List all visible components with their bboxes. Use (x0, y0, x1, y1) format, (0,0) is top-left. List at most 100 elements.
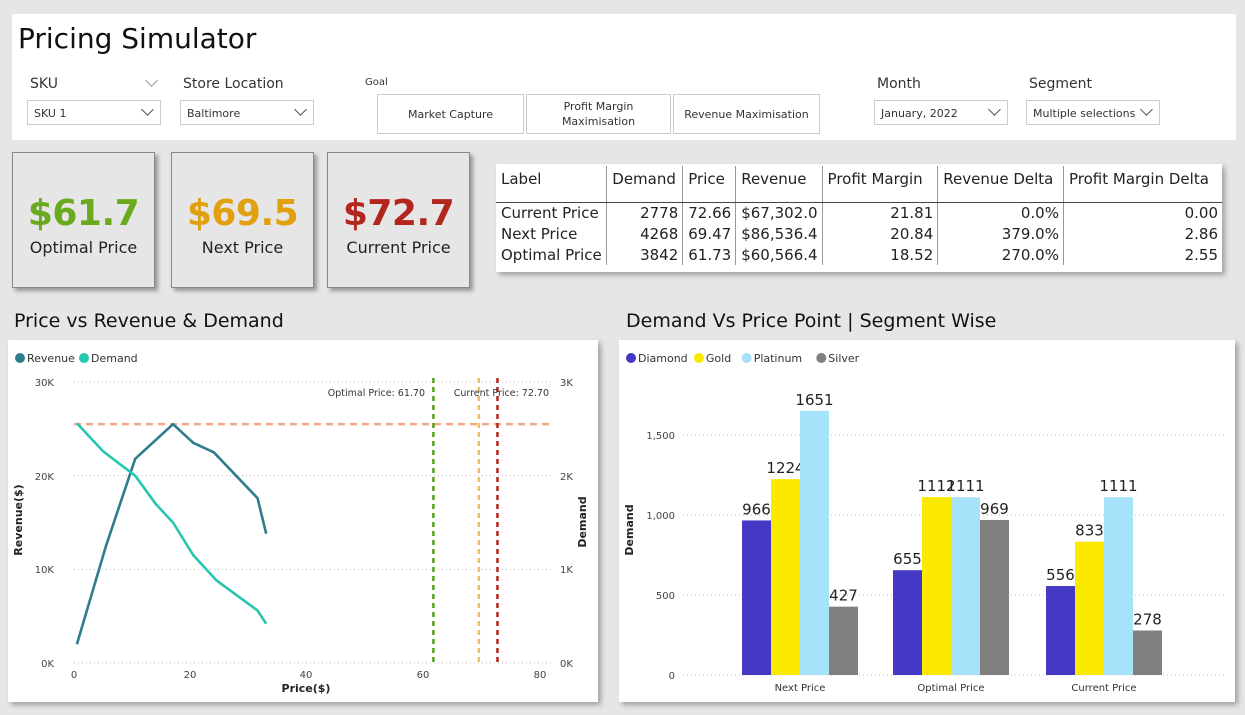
table-cell: 61.73 (682, 244, 737, 265)
table-cell: 69.47 (682, 223, 737, 244)
x-tick: 40 (300, 670, 313, 681)
legend-marker (693, 353, 704, 363)
table-header-row: Label Demand Price Revenue Profit Margin… (496, 166, 1222, 203)
column-header[interactable]: Demand (606, 166, 684, 203)
table-cell: $86,536.4 (735, 223, 823, 244)
x-tick: 80 (534, 670, 547, 681)
store-location-label: Store Location (183, 76, 284, 92)
chevron-down-icon (988, 103, 1001, 116)
bar-silver[interactable] (980, 519, 1009, 675)
bar-data-label: 1224 (766, 459, 804, 477)
column-header[interactable]: Label (496, 166, 608, 203)
bar-data-label: 278 (1133, 611, 1162, 629)
legend-demand-label[interactable]: Demand (91, 352, 138, 365)
y-tick: 500 (656, 591, 675, 602)
optimal-price-annotation: Optimal Price: 61.70 (328, 388, 425, 399)
y-tick-left: 20K (35, 472, 55, 483)
bar-data-label: 969 (980, 500, 1009, 518)
table-cell: 270.0% (937, 244, 1064, 265)
bar-data-label: 655 (893, 550, 922, 568)
bar-gold[interactable] (1075, 541, 1104, 675)
bar-diamond[interactable] (742, 520, 771, 675)
y-axis-title-left: Revenue($) (12, 484, 25, 555)
bar-silver[interactable] (829, 606, 858, 675)
column-header[interactable]: Profit Margin (822, 166, 939, 203)
series-line-revenue (75, 422, 268, 645)
x-tick: 20 (184, 670, 197, 681)
table-cell: 72.66 (682, 202, 737, 223)
y-tick-left: 10K (35, 565, 55, 576)
table-cell: $67,302.0 (735, 202, 823, 223)
table-cell: 379.0% (937, 223, 1064, 244)
kpi-value: $61.7 (27, 193, 140, 234)
column-header[interactable]: Price (682, 166, 737, 203)
legend-label[interactable]: Gold (706, 352, 731, 365)
legend-marker (626, 353, 636, 363)
y-tick-right: 0K (560, 659, 573, 670)
kpi-card-next-price: $69.5 Next Price (171, 152, 314, 288)
bar-data-label: 1111 (1099, 477, 1137, 495)
legend-demand-marker (79, 353, 89, 363)
bar-gold[interactable] (922, 497, 951, 675)
legend-label[interactable]: Silver (828, 352, 859, 365)
table-cell: Optimal Price (496, 244, 608, 265)
goal-profit-margin-button[interactable]: Profit Margin Maximisation (526, 94, 671, 134)
kpi-value: $69.5 (186, 193, 299, 234)
filter-header: Pricing Simulator SKU SKU 1 Store Locati… (12, 14, 1236, 140)
x-axis-title: Price($) (282, 682, 331, 695)
sku-label: SKU (30, 76, 58, 92)
x-category-label: Current Price (1071, 683, 1136, 694)
column-header[interactable]: Revenue (735, 166, 823, 203)
chevron-down-icon (294, 103, 307, 116)
bar-gold[interactable] (771, 479, 800, 675)
y-tick-right: 2K (560, 472, 573, 483)
bar-data-label: 556 (1046, 566, 1075, 584)
bar-diamond[interactable] (1046, 586, 1075, 675)
goal-revenue-maximisation-button[interactable]: Revenue Maximisation (673, 94, 820, 134)
month-value: January, 2022 (881, 107, 958, 120)
bar-platinum[interactable] (951, 497, 980, 675)
column-header[interactable]: Profit Margin Delta (1063, 166, 1222, 203)
table-cell: 2.55 (1184, 245, 1218, 264)
legend-revenue-label[interactable]: Revenue (27, 352, 75, 365)
line-chart-svg: Revenue Demand 30K 20K 10K 0K 3K 2K 1K 0… (12, 352, 589, 695)
bar-platinum[interactable] (1104, 497, 1133, 675)
chevron-down-icon (141, 103, 154, 116)
sku-dropdown[interactable]: SKU 1 (27, 100, 161, 125)
legend-label[interactable]: Diamond (638, 352, 688, 365)
legend-marker (741, 353, 752, 363)
kpi-card-optimal-price: $61.7 Optimal Price (12, 152, 155, 288)
chart-series (75, 422, 268, 645)
right-chart-title: Demand Vs Price Point | Segment Wise (626, 310, 997, 332)
legend-label[interactable]: Platinum (754, 352, 802, 365)
table-cell: 0.0% (937, 202, 1064, 223)
segment-label: Segment (1029, 76, 1092, 92)
table-cell: 2.86 (1184, 224, 1218, 243)
current-price-annotation: Current Price: 72.70 (454, 388, 549, 399)
y-tick: 1,000 (646, 511, 675, 522)
y-axis-title: Demand (623, 504, 636, 555)
segment-dropdown[interactable]: Multiple selections (1026, 100, 1160, 125)
goal-market-capture-button[interactable]: Market Capture (377, 94, 524, 134)
price-revenue-demand-chart: Revenue Demand 30K 20K 10K 0K 3K 2K 1K 0… (8, 340, 598, 702)
table-cell: 0.00 (1184, 203, 1218, 222)
kpi-label: Next Price (201, 238, 284, 257)
bar-silver[interactable] (1133, 630, 1162, 675)
legend-marker (816, 353, 827, 363)
column-header[interactable]: Revenue Delta (937, 166, 1064, 203)
month-label: Month (877, 76, 921, 92)
x-tick: 0 (71, 670, 77, 681)
table-cell: Current Price (496, 202, 608, 223)
bar-diamond[interactable] (893, 570, 922, 675)
chevron-down-icon[interactable] (145, 74, 158, 87)
chevron-down-icon (1140, 103, 1153, 116)
store-location-dropdown[interactable]: Baltimore (180, 100, 314, 125)
table-cell: Next Price (496, 223, 608, 244)
bar-data-label: 1651 (795, 391, 833, 409)
kpi-card-current-price: $72.7 Current Price (327, 152, 470, 288)
bar-platinum[interactable] (800, 410, 829, 675)
page-title: Pricing Simulator (18, 22, 257, 55)
y-tick-left: 0K (41, 659, 54, 670)
month-dropdown[interactable]: January, 2022 (874, 100, 1008, 125)
bar-data-label: 966 (742, 500, 771, 518)
